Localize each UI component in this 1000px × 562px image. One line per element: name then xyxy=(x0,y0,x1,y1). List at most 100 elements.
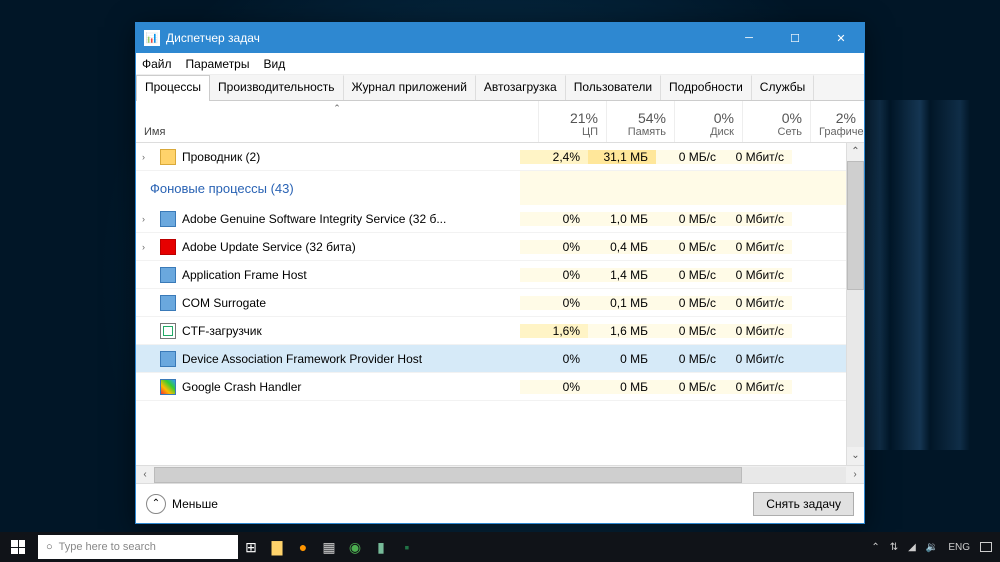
cell-disk: 0 МБ/с xyxy=(656,150,724,164)
fewer-details-button[interactable]: ⌃ Меньше xyxy=(146,494,218,514)
cell-mem: 1,4 МБ xyxy=(588,268,656,282)
tab-app-history[interactable]: Журнал приложений xyxy=(344,75,476,100)
horizontal-scrollbar[interactable]: ‹ › xyxy=(136,465,864,483)
app-icon: 📊 xyxy=(144,30,160,46)
cell-cpu: 0% xyxy=(520,212,588,226)
process-name: Application Frame Host xyxy=(182,268,307,282)
column-headers: ⌃ Имя 21%ЦП 54%Память 0%Диск 0%Сеть 2%Гр… xyxy=(136,101,864,143)
process-icon xyxy=(160,379,176,395)
column-header-name[interactable]: ⌃ Имя xyxy=(136,101,538,142)
system-tray[interactable]: ⌃ ⇅ ◢ 🔉 ENG xyxy=(871,542,1000,553)
close-button[interactable]: ✕ xyxy=(818,23,864,53)
taskbar-app-chrome[interactable]: ◉ xyxy=(342,532,368,562)
cell-net: 0 Мбит/с xyxy=(724,212,792,226)
expand-icon[interactable]: › xyxy=(142,214,154,224)
scroll-right-icon[interactable]: › xyxy=(846,469,864,480)
process-row[interactable]: Google Crash Handler0%0 МБ0 МБ/с0 Мбит/с xyxy=(136,373,846,401)
column-header-cpu[interactable]: 21%ЦП xyxy=(538,101,606,142)
tab-performance[interactable]: Производительность xyxy=(210,75,343,100)
scroll-thumb[interactable] xyxy=(847,161,864,290)
tab-services[interactable]: Службы xyxy=(752,75,814,100)
cell-disk: 0 МБ/с xyxy=(656,296,724,310)
start-button[interactable] xyxy=(0,532,36,562)
tray-wifi-icon[interactable]: ◢ xyxy=(908,542,916,553)
chevron-up-icon: ⌃ xyxy=(146,494,166,514)
cell-mem: 31,1 МБ xyxy=(588,150,656,164)
taskbar-app-folder[interactable]: ▇ xyxy=(264,532,290,562)
maximize-button[interactable]: ☐ xyxy=(772,23,818,53)
cell-net: 0 Мбит/с xyxy=(724,150,792,164)
cell-net: 0 Мбит/с xyxy=(724,296,792,310)
windows-logo-icon xyxy=(11,540,25,554)
process-icon xyxy=(160,267,176,283)
scroll-down-icon[interactable]: ⌄ xyxy=(847,447,864,465)
cell-disk: 0 МБ/с xyxy=(656,212,724,226)
column-header-memory[interactable]: 54%Память xyxy=(606,101,674,142)
search-box[interactable]: ○Type here to search xyxy=(38,535,238,559)
tray-language[interactable]: ENG xyxy=(948,542,970,553)
cell-mem: 0,1 МБ xyxy=(588,296,656,310)
menubar: Файл Параметры Вид xyxy=(136,53,864,75)
column-header-gpu[interactable]: 2%Графиче xyxy=(810,101,864,142)
process-row[interactable]: COM Surrogate 0%0,1 МБ0 МБ/с0 Мбит/с xyxy=(136,289,846,317)
cell-cpu: 0% xyxy=(520,380,588,394)
cell-mem: 0 МБ xyxy=(588,352,656,366)
process-name: Device Association Framework Provider Ho… xyxy=(182,352,422,366)
cell-mem: 0,4 МБ xyxy=(588,240,656,254)
tab-users[interactable]: Пользователи xyxy=(566,75,661,100)
process-name: Adobe Genuine Software Integrity Service… xyxy=(182,212,446,226)
cell-disk: 0 МБ/с xyxy=(656,352,724,366)
process-row[interactable]: CTF-загрузчик1,6%1,6 МБ0 МБ/с0 Мбит/с xyxy=(136,317,846,345)
end-task-button[interactable]: Снять задачу xyxy=(753,492,854,516)
tray-network-icon[interactable]: ⇅ xyxy=(890,542,898,553)
sort-indicator-icon: ⌃ xyxy=(333,103,341,114)
tray-chevron-icon[interactable]: ⌃ xyxy=(871,542,879,553)
cell-net: 0 Мбит/с xyxy=(724,268,792,282)
taskbar-app-notepad[interactable]: ▮ xyxy=(368,532,394,562)
column-header-disk[interactable]: 0%Диск xyxy=(674,101,742,142)
process-list: ›Проводник (2)2,4%31,1 МБ0 МБ/с0 Мбит/сФ… xyxy=(136,143,864,465)
menu-file[interactable]: Файл xyxy=(142,57,172,71)
tab-startup[interactable]: Автозагрузка xyxy=(476,75,566,100)
cell-disk: 0 МБ/с xyxy=(656,240,724,254)
titlebar[interactable]: 📊 Диспетчер задач ─ ☐ ✕ xyxy=(136,23,864,53)
cell-cpu: 0% xyxy=(520,296,588,310)
task-manager-window: 📊 Диспетчер задач ─ ☐ ✕ Файл Параметры В… xyxy=(135,22,865,524)
process-name: Google Crash Handler xyxy=(182,380,301,394)
cell-mem: 1,6 МБ xyxy=(588,324,656,338)
taskbar-app-excel[interactable]: ▪ xyxy=(394,532,420,562)
taskbar-app-calc[interactable]: ▦ xyxy=(316,532,342,562)
menu-options[interactable]: Параметры xyxy=(186,57,250,71)
process-name: CTF-загрузчик xyxy=(182,324,262,338)
task-view-icon[interactable]: ⊞ xyxy=(238,532,264,562)
group-header-background[interactable]: Фоновые процессы (43) xyxy=(136,171,520,205)
vertical-scrollbar[interactable]: ⌃ ⌄ xyxy=(846,143,864,465)
cell-net: 0 Мбит/с xyxy=(724,352,792,366)
cell-cpu: 0% xyxy=(520,240,588,254)
process-row[interactable]: Application Frame Host0%1,4 МБ0 МБ/с0 Мб… xyxy=(136,261,846,289)
process-row[interactable]: ›Adobe Update Service (32 бита)0%0,4 МБ0… xyxy=(136,233,846,261)
process-icon xyxy=(160,351,176,367)
hscroll-thumb[interactable] xyxy=(154,467,742,483)
taskbar[interactable]: ○Type here to search ⊞ ▇ ● ▦ ◉ ▮ ▪ ⌃ ⇅ ◢… xyxy=(0,532,1000,562)
expand-icon[interactable]: › xyxy=(142,152,154,162)
cell-cpu: 0% xyxy=(520,352,588,366)
minimize-button[interactable]: ─ xyxy=(726,23,772,53)
process-name: COM Surrogate xyxy=(182,296,266,310)
scroll-left-icon[interactable]: ‹ xyxy=(136,469,154,480)
footer-bar: ⌃ Меньше Снять задачу xyxy=(136,483,864,523)
taskbar-app-firefox[interactable]: ● xyxy=(290,532,316,562)
menu-view[interactable]: Вид xyxy=(263,57,285,71)
process-row[interactable]: Device Association Framework Provider Ho… xyxy=(136,345,846,373)
column-header-network[interactable]: 0%Сеть xyxy=(742,101,810,142)
cell-disk: 0 МБ/с xyxy=(656,380,724,394)
process-row[interactable]: › Adobe Genuine Software Integrity Servic… xyxy=(136,205,846,233)
tab-details[interactable]: Подробности xyxy=(661,75,752,100)
tab-processes[interactable]: Процессы xyxy=(136,75,210,101)
process-row[interactable]: ›Проводник (2)2,4%31,1 МБ0 МБ/с0 Мбит/с xyxy=(136,143,846,171)
expand-icon[interactable]: › xyxy=(142,242,154,252)
tray-volume-icon[interactable]: 🔉 xyxy=(926,542,938,553)
tray-notifications-icon[interactable] xyxy=(980,542,992,552)
scroll-up-icon[interactable]: ⌃ xyxy=(847,143,864,161)
process-icon xyxy=(160,323,176,339)
